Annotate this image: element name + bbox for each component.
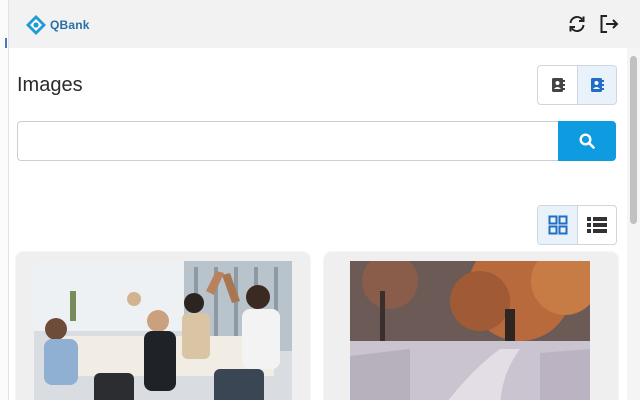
scrollbar-thumb[interactable] — [630, 56, 637, 224]
header-bar: QBank — [9, 0, 640, 48]
image-thumbnail-autumn-path[interactable] — [350, 261, 590, 400]
mode-a-button[interactable] — [538, 66, 577, 104]
view-toggle — [537, 205, 617, 245]
browser-viewport: QBank Images — [0, 0, 640, 400]
image-card[interactable] — [325, 252, 617, 400]
image-thumbnail-office-team[interactable] — [34, 261, 292, 400]
image-card[interactable] — [17, 252, 309, 400]
search-input[interactable] — [17, 121, 558, 161]
contact-card-icon — [591, 78, 604, 92]
search-button[interactable] — [558, 121, 616, 161]
app-name: QBank — [50, 18, 90, 32]
refresh-icon — [569, 15, 585, 33]
grid-view-button[interactable] — [538, 206, 577, 244]
list-view-button[interactable] — [577, 206, 616, 244]
list-view-icon — [587, 217, 607, 233]
logout-button[interactable] — [597, 12, 621, 36]
search-icon — [579, 133, 595, 149]
search-bar — [17, 121, 616, 161]
mode-b-button[interactable] — [577, 66, 616, 104]
background-page-strip — [0, 0, 9, 400]
address-book-icon — [551, 78, 565, 92]
background-page-mark — [5, 38, 7, 48]
logout-icon — [600, 15, 619, 33]
grid-view-icon — [548, 215, 567, 235]
page-title: Images — [17, 74, 83, 96]
app-logo: QBank — [25, 14, 90, 36]
scrollbar[interactable] — [627, 48, 640, 400]
refresh-button[interactable] — [565, 12, 589, 36]
qbank-logo-icon — [26, 15, 46, 35]
mode-toggle — [537, 65, 617, 105]
extension-panel: QBank Images — [9, 0, 640, 400]
